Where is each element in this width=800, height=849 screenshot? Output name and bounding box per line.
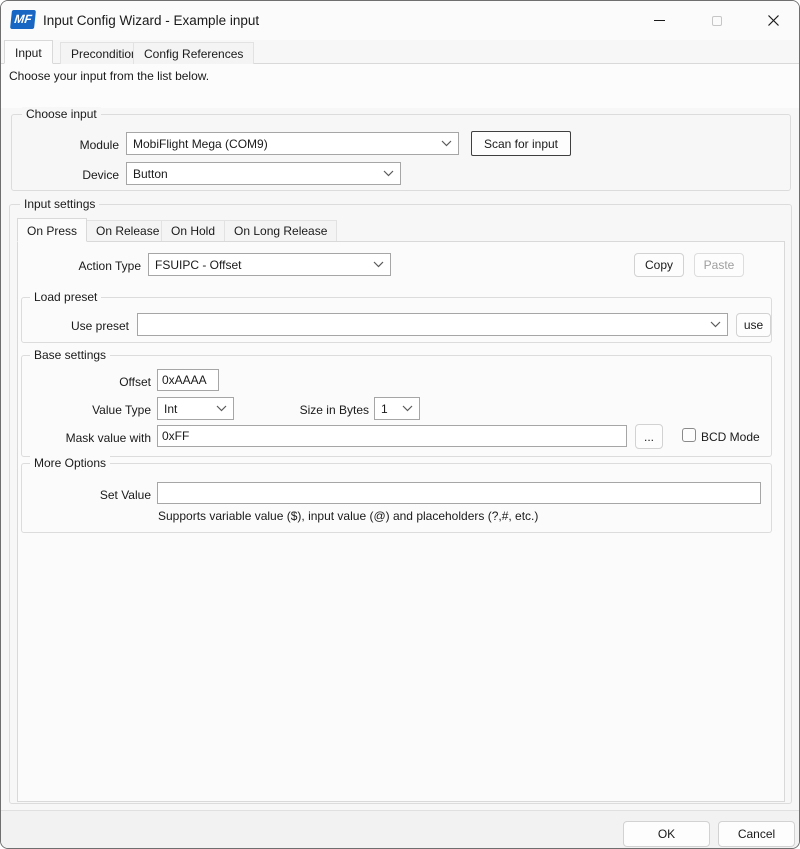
chevron-down-icon <box>710 321 721 328</box>
page-description: Choose your input from the list below. <box>9 69 209 83</box>
maximize-button <box>688 1 745 40</box>
size-in-bytes-label: Size in Bytes <box>249 402 369 418</box>
action-type-combobox[interactable]: FSUIPC - Offset <box>148 253 391 276</box>
tab-on-hold[interactable]: On Hold <box>161 220 225 241</box>
bcd-mode-checkbox[interactable] <box>682 428 696 442</box>
use-preset-combobox[interactable] <box>137 313 728 336</box>
module-combobox[interactable]: MobiFlight Mega (COM9) <box>126 132 459 155</box>
base-settings-legend: Base settings <box>30 348 110 363</box>
chevron-down-icon <box>383 170 394 177</box>
tab-on-release[interactable]: On Release <box>86 220 169 241</box>
bcd-mode-label: BCD Mode <box>701 429 771 445</box>
input-config-wizard-dialog: MF Input Config Wizard - Example input I… <box>0 0 800 849</box>
tab-config-references[interactable]: Config References <box>133 42 254 64</box>
value-type-value: Int <box>164 402 212 416</box>
value-type-label: Value Type <box>35 402 151 418</box>
close-icon <box>767 14 780 27</box>
mask-value-label: Mask value with <box>35 430 151 446</box>
paste-button: Paste <box>694 253 744 277</box>
action-type-value: FSUIPC - Offset <box>155 258 369 272</box>
device-label: Device <box>11 167 119 183</box>
tab-on-long-release[interactable]: On Long Release <box>224 220 337 241</box>
use-preset-label: Use preset <box>21 318 129 334</box>
size-in-bytes-combobox[interactable]: 1 <box>374 397 420 420</box>
device-value: Button <box>133 167 379 181</box>
module-value: MobiFlight Mega (COM9) <box>133 137 437 151</box>
scan-for-input-button[interactable]: Scan for input <box>471 131 571 156</box>
description-strip: Choose your input from the list below. <box>1 64 799 108</box>
choose-input-legend: Choose input <box>22 107 101 122</box>
close-button[interactable] <box>745 1 800 40</box>
value-type-combobox[interactable]: Int <box>157 397 234 420</box>
use-preset-apply-button[interactable]: use <box>736 313 771 337</box>
chevron-down-icon <box>216 405 227 412</box>
tab-input[interactable]: Input <box>4 40 53 64</box>
module-label: Module <box>11 137 119 153</box>
set-value-hint: Supports variable value ($), input value… <box>158 509 538 523</box>
mask-browse-button[interactable]: ... <box>635 424 663 449</box>
action-type-label: Action Type <box>25 258 141 274</box>
mobiflight-logo-icon: MF <box>10 10 36 29</box>
set-value-label: Set Value <box>35 487 151 503</box>
chevron-down-icon <box>373 261 384 268</box>
chevron-down-icon <box>402 405 413 412</box>
load-preset-legend: Load preset <box>30 290 101 305</box>
offset-input[interactable] <box>157 369 219 391</box>
ok-button[interactable]: OK <box>623 821 710 847</box>
title-bar: MF Input Config Wizard - Example input <box>1 1 799 40</box>
offset-label: Offset <box>35 374 151 390</box>
copy-button[interactable]: Copy <box>634 253 684 277</box>
minimize-button[interactable] <box>631 1 688 40</box>
more-options-legend: More Options <box>30 456 110 471</box>
tab-on-press[interactable]: On Press <box>17 218 87 242</box>
device-combobox[interactable]: Button <box>126 162 401 185</box>
maximize-icon <box>712 16 722 26</box>
cancel-button[interactable]: Cancel <box>718 821 795 847</box>
mask-value-input[interactable] <box>157 425 627 447</box>
input-settings-legend: Input settings <box>20 197 99 212</box>
minimize-icon <box>654 20 665 21</box>
set-value-input[interactable] <box>157 482 761 504</box>
chevron-down-icon <box>441 140 452 147</box>
window-title: Input Config Wizard - Example input <box>43 1 259 40</box>
size-in-bytes-value: 1 <box>381 402 398 416</box>
